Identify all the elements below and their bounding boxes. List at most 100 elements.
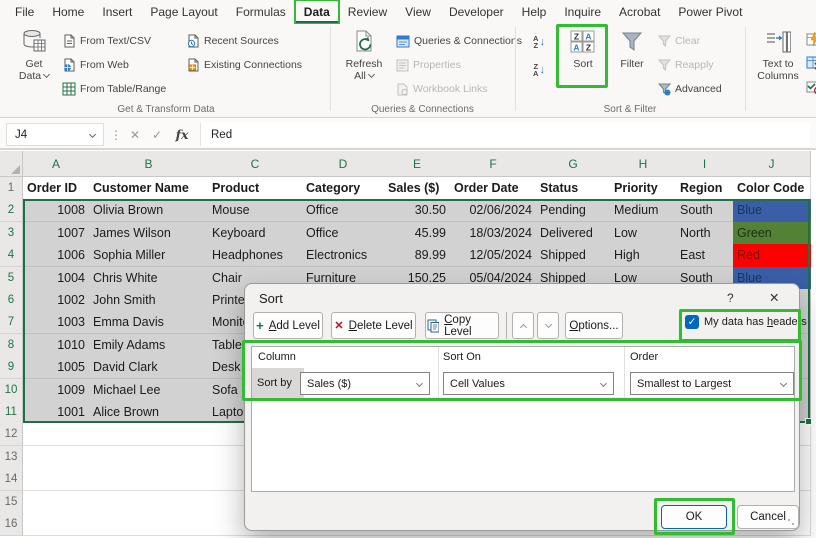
row-header-10[interactable]: 10	[0, 379, 23, 402]
advanced-filter-button[interactable]: Advanced	[658, 79, 722, 99]
cell-F4[interactable]: 12/05/2024	[450, 244, 537, 267]
cell-B15[interactable]	[89, 491, 209, 514]
cell-C2[interactable]: Mouse	[208, 199, 303, 222]
add-level-button[interactable]: + Add Level	[253, 312, 323, 339]
row-header-13[interactable]: 13	[0, 446, 23, 469]
fill-handle[interactable]	[805, 418, 812, 425]
cell-C3[interactable]: Keyboard	[208, 222, 303, 245]
cell-A1[interactable]: Order ID	[23, 177, 90, 200]
column-header-B[interactable]: B	[89, 151, 209, 177]
text-to-columns-button[interactable]: Text to Columns	[752, 27, 804, 103]
cell-A3[interactable]: 1007	[23, 222, 90, 245]
existing-connections-button[interactable]: Existing Connections	[186, 55, 302, 75]
move-level-down-button[interactable]	[537, 312, 559, 339]
queries-connections-button[interactable]: Queries & Connections	[396, 31, 522, 51]
sort-ascending-button[interactable]: AZ↓	[524, 30, 554, 54]
tab-file[interactable]: File	[6, 0, 43, 24]
cell-H1[interactable]: Priority	[610, 177, 677, 200]
column-header-A[interactable]: A	[23, 151, 90, 177]
resize-grip[interactable]	[787, 518, 795, 526]
cell-A6[interactable]: 1002	[23, 289, 90, 312]
cell-B13[interactable]	[89, 446, 209, 469]
row-header-14[interactable]: 14	[0, 468, 23, 491]
enter-icon[interactable]: ✓	[148, 123, 166, 146]
tab-review[interactable]: Review	[339, 0, 396, 24]
cell-G3[interactable]: Delivered	[536, 222, 611, 245]
cell-A12[interactable]	[23, 423, 90, 446]
cell-E1[interactable]: Sales ($)	[384, 177, 451, 200]
cell-B1[interactable]: Customer Name	[89, 177, 209, 200]
cell-B8[interactable]: Emily Adams	[89, 334, 209, 357]
move-level-up-button[interactable]	[512, 312, 534, 339]
insert-function-button[interactable]: fx	[172, 123, 192, 146]
formula-bar-menu-icon[interactable]: ⋮	[110, 123, 122, 146]
dialog-close-button[interactable]: ✕	[769, 290, 779, 305]
cell-D3[interactable]: Office	[302, 222, 385, 245]
column-header-F[interactable]: F	[450, 151, 537, 177]
cell-J4[interactable]: Red	[733, 244, 811, 267]
cell-A7[interactable]: 1003	[23, 311, 90, 334]
cell-B11[interactable]: Alice Brown	[89, 401, 209, 424]
name-box[interactable]: J4	[6, 123, 104, 146]
tab-view[interactable]: View	[396, 0, 440, 24]
column-header-J[interactable]: J	[733, 151, 811, 177]
from-table-range-button[interactable]: From Table/Range	[62, 79, 166, 99]
cell-J1[interactable]: Color Code	[733, 177, 811, 200]
copy-level-button[interactable]: Copy Level	[425, 312, 499, 339]
column-header-D[interactable]: D	[302, 151, 385, 177]
cell-D1[interactable]: Category	[302, 177, 385, 200]
cancel-icon[interactable]: ✕	[126, 123, 144, 146]
cell-B9[interactable]: David Clark	[89, 356, 209, 379]
select-all-corner[interactable]	[0, 151, 23, 177]
row-header-4[interactable]: 4	[0, 244, 23, 267]
cell-H2[interactable]: Medium	[610, 199, 677, 222]
flash-fill-button[interactable]	[806, 29, 816, 49]
cell-G1[interactable]: Status	[536, 177, 611, 200]
row-header-2[interactable]: 2	[0, 199, 23, 222]
cell-B7[interactable]: Emma Davis	[89, 311, 209, 334]
tab-help[interactable]: Help	[513, 0, 556, 24]
ok-button[interactable]: OK	[661, 505, 727, 529]
row-header-9[interactable]: 9	[0, 356, 23, 379]
cell-B2[interactable]: Olivia Brown	[89, 199, 209, 222]
cell-B3[interactable]: James Wilson	[89, 222, 209, 245]
cell-B14[interactable]	[89, 468, 209, 491]
cell-F1[interactable]: Order Date	[450, 177, 537, 200]
tab-data[interactable]: Data	[295, 0, 339, 24]
cell-A15[interactable]	[23, 491, 90, 514]
options-button[interactable]: Options...	[565, 312, 623, 339]
tab-inquire[interactable]: Inquire	[555, 0, 610, 24]
from-web-button[interactable]: From Web	[62, 55, 129, 75]
column-header-G[interactable]: G	[536, 151, 611, 177]
column-header-H[interactable]: H	[610, 151, 677, 177]
recent-sources-button[interactable]: Recent Sources	[186, 31, 279, 51]
cell-A5[interactable]: 1004	[23, 267, 90, 290]
row-header-15[interactable]: 15	[0, 491, 23, 514]
cell-I4[interactable]: East	[676, 244, 734, 267]
row-header-3[interactable]: 3	[0, 222, 23, 245]
cell-B5[interactable]: Chris White	[89, 267, 209, 290]
cell-A14[interactable]	[23, 468, 90, 491]
cell-J2[interactable]: Blue	[733, 199, 811, 222]
row-header-6[interactable]: 6	[0, 289, 23, 312]
cell-A2[interactable]: 1008	[23, 199, 90, 222]
cell-E3[interactable]: 45.99	[384, 222, 451, 245]
cell-C1[interactable]: Product	[208, 177, 303, 200]
sort-descending-button[interactable]: ZA↓	[524, 58, 554, 82]
cell-D4[interactable]: Electronics	[302, 244, 385, 267]
tab-home[interactable]: Home	[43, 0, 93, 24]
tab-power-pivot[interactable]: Power Pivot	[669, 0, 751, 24]
tab-acrobat[interactable]: Acrobat	[610, 0, 669, 24]
cell-A9[interactable]: 1005	[23, 356, 90, 379]
refresh-all-button[interactable]: Refresh All	[338, 27, 390, 103]
cell-J3[interactable]: Green	[733, 222, 811, 245]
column-header-I[interactable]: I	[676, 151, 734, 177]
column-header-C[interactable]: C	[208, 151, 303, 177]
cell-B12[interactable]	[89, 423, 209, 446]
cell-G4[interactable]: Shipped	[536, 244, 611, 267]
cell-B10[interactable]: Michael Lee	[89, 379, 209, 402]
cell-E2[interactable]: 30.50	[384, 199, 451, 222]
tab-developer[interactable]: Developer	[440, 0, 513, 24]
data-validation-button[interactable]	[806, 77, 816, 97]
get-data-button[interactable]: Get Data	[10, 27, 58, 103]
